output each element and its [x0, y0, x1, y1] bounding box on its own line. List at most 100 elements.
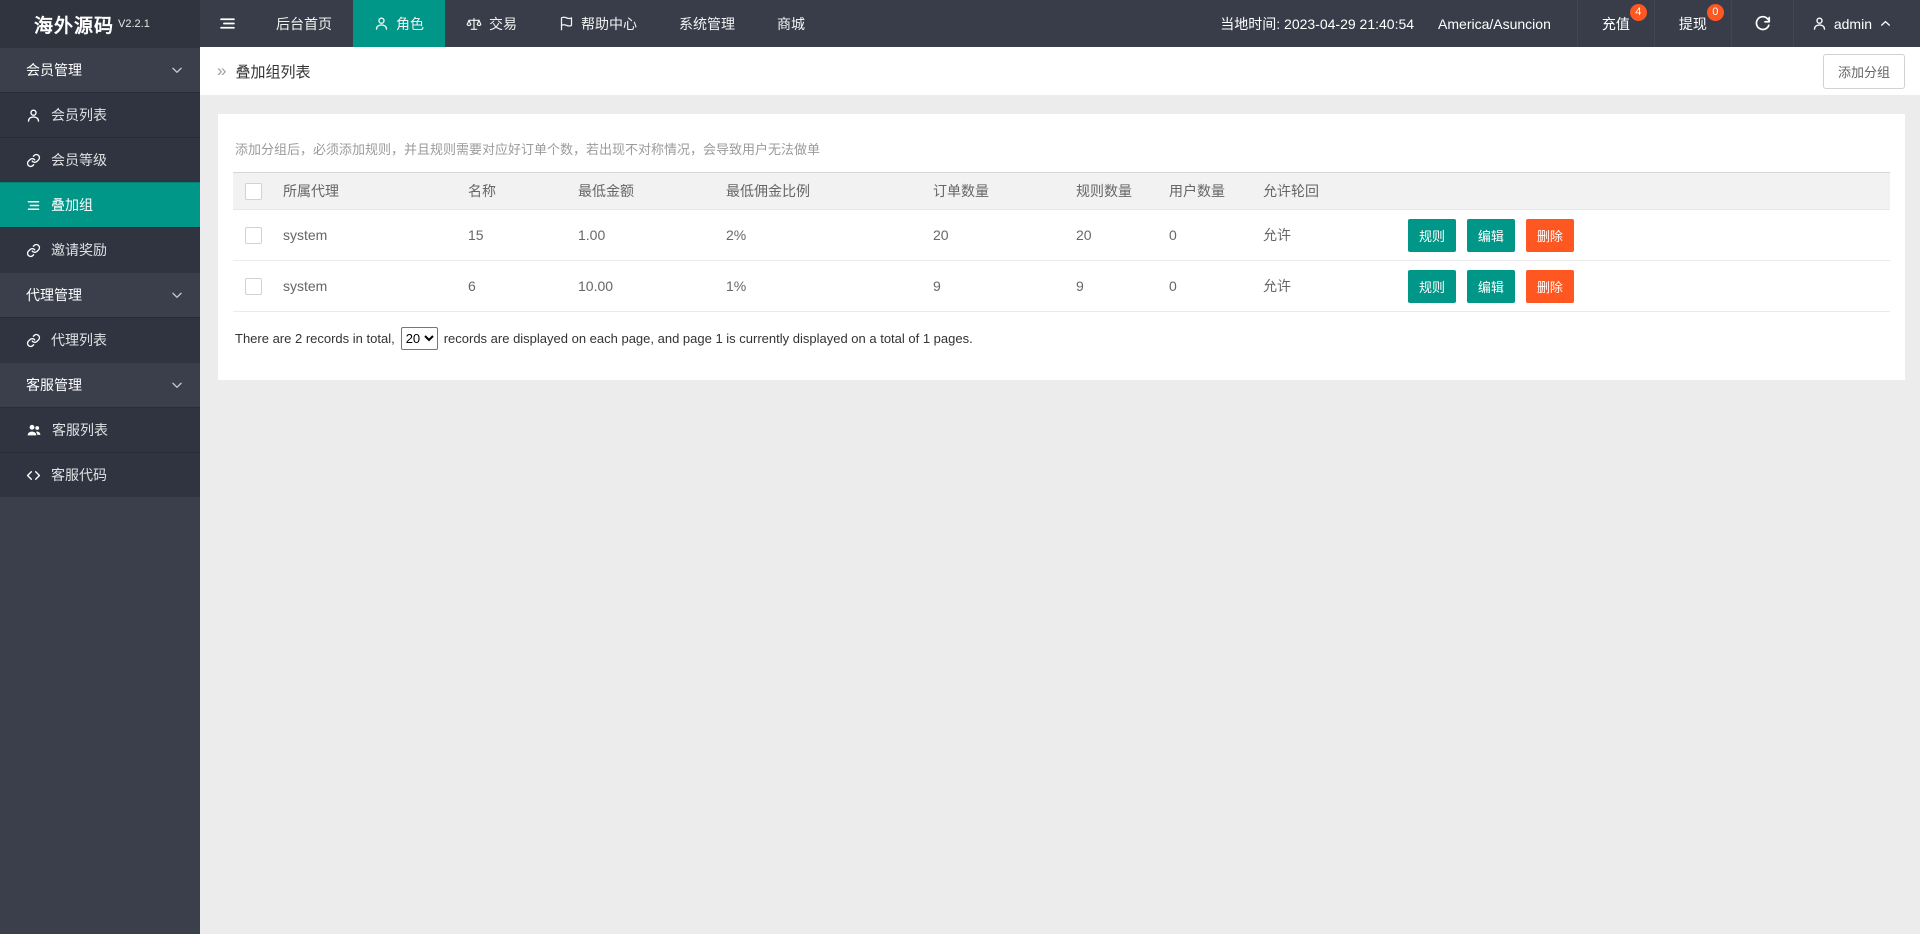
- person-icon: [1812, 16, 1827, 31]
- breadcrumb: » 叠加组列表: [217, 61, 310, 82]
- nav-item-help-center[interactable]: 帮助中心: [538, 0, 658, 47]
- chevron-down-icon: [170, 288, 184, 302]
- edit-button[interactable]: 编辑: [1466, 218, 1515, 252]
- nav-item-dashboard[interactable]: 后台首页: [255, 0, 353, 47]
- sidebar-item-member-level[interactable]: 会员等级: [0, 137, 200, 182]
- timezone: America/Asuncion: [1438, 15, 1551, 32]
- sidebar: 会员管理 会员列表 会员等级 叠加组 邀请奖励 代理管理 代理列表 客服管理 客…: [0, 47, 200, 934]
- sidebar-item-service-code[interactable]: 客服代码: [0, 452, 200, 497]
- sidebar-item-label: 会员等级: [51, 152, 107, 168]
- recharge-label: 充值: [1601, 15, 1630, 32]
- withdraw-button[interactable]: 提现 0: [1653, 0, 1731, 47]
- withdraw-badge: 0: [1706, 4, 1724, 21]
- person-icon: [374, 16, 389, 31]
- sidebar-section-label: 会员管理: [26, 62, 82, 78]
- sidebar-item-stack-group[interactable]: 叠加组: [0, 182, 200, 227]
- cell-users: 0: [1159, 209, 1253, 261]
- table-row: system 15 1.00 2% 20 20 0 允许 规则 编辑 删除: [233, 209, 1890, 261]
- cell-orders: 20: [923, 209, 1066, 261]
- sidebar-item-agent-list[interactable]: 代理列表: [0, 317, 200, 362]
- col-header-name: 名称: [458, 172, 568, 210]
- navbar-right: 当地时间: 2023-04-29 21:40:54 America/Asunci…: [1206, 0, 1920, 47]
- app-version: V2.2.1: [118, 18, 150, 30]
- col-header-actions: [1398, 172, 1890, 210]
- nav-item-label: 后台首页: [276, 15, 332, 32]
- withdraw-label: 提现: [1678, 15, 1707, 32]
- app-logo: 海外源码 V2.2.1: [0, 0, 200, 47]
- sidebar-section-service-mgmt[interactable]: 客服管理: [0, 362, 200, 407]
- cell-recycle: 允许: [1253, 260, 1398, 312]
- row-checkbox[interactable]: [245, 277, 262, 295]
- chevron-down-icon: [170, 63, 184, 77]
- refresh-icon[interactable]: [1730, 0, 1793, 47]
- cell-rules: 9: [1066, 260, 1159, 312]
- sidebar-item-label: 客服列表: [52, 422, 108, 438]
- user-menu[interactable]: admin: [1792, 0, 1920, 47]
- breadcrumb-bar: » 叠加组列表 添加分组: [200, 47, 1920, 95]
- sidebar-item-label: 会员列表: [51, 107, 107, 123]
- chevron-down-icon: [170, 378, 184, 392]
- person-icon: [26, 108, 41, 123]
- sidebar-item-label: 客服代码: [51, 467, 107, 483]
- link-icon: [26, 333, 41, 348]
- sidebar-item-label: 邀请奖励: [51, 242, 107, 258]
- sidebar-item-label: 叠加组: [51, 197, 93, 213]
- cell-min-amount: 10.00: [568, 260, 716, 312]
- sidebar-item-member-list[interactable]: 会员列表: [0, 92, 200, 137]
- top-navbar: 海外源码 V2.2.1 后台首页 角色 交易 帮助中心 系统管理 商城 当地时间…: [0, 0, 1920, 47]
- sidebar-section-label: 客服管理: [26, 377, 82, 393]
- app-title: 海外源码: [34, 16, 115, 37]
- sidebar-item-invite-reward[interactable]: 邀请奖励: [0, 227, 200, 272]
- sidebar-section-member-mgmt[interactable]: 会员管理: [0, 47, 200, 92]
- flag-icon: [559, 16, 574, 31]
- recharge-badge: 4: [1629, 4, 1647, 21]
- cell-min-amount: 1.00: [568, 209, 716, 261]
- chevron-up-icon: [1879, 17, 1892, 30]
- nav-item-mall[interactable]: 商城: [756, 0, 826, 47]
- local-time: 当地时间: 2023-04-29 21:40:54: [1220, 15, 1415, 32]
- col-header-users: 用户数量: [1159, 172, 1253, 210]
- rule-button[interactable]: 规则: [1408, 218, 1457, 252]
- hint-text: 添加分组后，必须添加规则，并且规则需要对应好订单个数，若出现不对称情况，会导致用…: [235, 142, 821, 157]
- nav-item-system[interactable]: 系统管理: [658, 0, 756, 47]
- sidebar-item-service-list[interactable]: 客服列表: [0, 407, 200, 452]
- delete-button[interactable]: 删除: [1525, 269, 1574, 303]
- rule-button[interactable]: 规则: [1408, 269, 1457, 303]
- users-icon: [26, 422, 42, 438]
- pagination-bar: There are 2 records in total, 20 records…: [235, 327, 1890, 350]
- cell-orders: 9: [923, 260, 1066, 312]
- cell-recycle: 允许: [1253, 209, 1398, 261]
- username: admin: [1833, 15, 1872, 32]
- col-header-orders: 订单数量: [923, 172, 1066, 210]
- cell-name: 15: [458, 209, 568, 261]
- col-header-agent: 所属代理: [273, 172, 458, 210]
- delete-button[interactable]: 删除: [1525, 218, 1574, 252]
- hamburger-menu-icon[interactable]: [200, 0, 255, 47]
- add-group-button[interactable]: 添加分组: [1822, 53, 1905, 89]
- cell-min-commission: 1%: [716, 260, 923, 312]
- nav-item-label: 角色: [396, 15, 424, 32]
- table-header-row: 所属代理 名称 最低金额 最低佣金比例 订单数量 规则数量 用户数量 允许轮回: [233, 172, 1890, 210]
- code-icon: [26, 468, 41, 483]
- sidebar-section-agent-mgmt[interactable]: 代理管理: [0, 272, 200, 317]
- row-checkbox[interactable]: [245, 226, 262, 244]
- stack-group-card: 添加分组后，必须添加规则，并且规则需要对应好订单个数，若出现不对称情况，会导致用…: [218, 114, 1905, 380]
- cell-name: 6: [458, 260, 568, 312]
- select-all-checkbox[interactable]: [245, 182, 262, 200]
- pagination-suffix: records are displayed on each page, and …: [443, 331, 973, 346]
- cell-users: 0: [1159, 260, 1253, 312]
- cell-rules: 20: [1066, 209, 1159, 261]
- edit-button[interactable]: 编辑: [1466, 269, 1515, 303]
- list-icon: [26, 198, 41, 213]
- nav-item-roles[interactable]: 角色: [353, 0, 445, 47]
- cell-min-commission: 2%: [716, 209, 923, 261]
- col-header-recycle: 允许轮回: [1253, 172, 1398, 210]
- page-size-select[interactable]: 20: [400, 327, 438, 350]
- col-header-rules: 规则数量: [1066, 172, 1159, 210]
- nav-item-trade[interactable]: 交易: [445, 0, 538, 47]
- cell-agent: system: [273, 209, 458, 261]
- stack-group-table: 所属代理 名称 最低金额 最低佣金比例 订单数量 规则数量 用户数量 允许轮回 …: [233, 172, 1890, 312]
- page-title: 叠加组列表: [235, 63, 311, 81]
- recharge-button[interactable]: 充值 4: [1576, 0, 1654, 47]
- nav-item-label: 商城: [777, 15, 805, 32]
